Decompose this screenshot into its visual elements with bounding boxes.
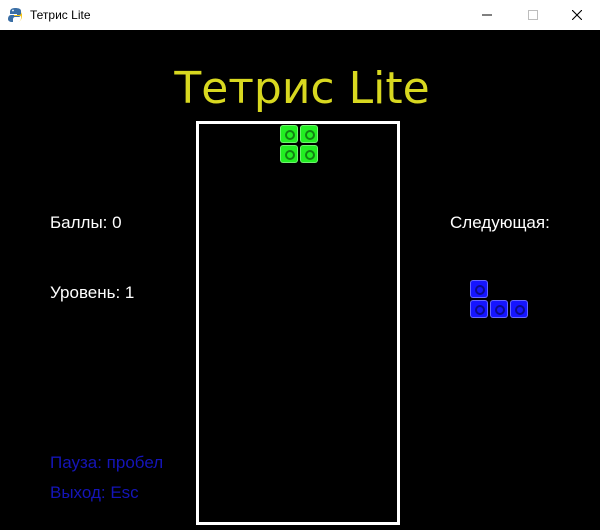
piece-block [470, 280, 488, 298]
minimize-button[interactable] [464, 0, 510, 30]
close-icon [572, 10, 582, 20]
pause-hint: Пауза: пробел [50, 453, 164, 472]
window-title: Тетрис Lite [30, 8, 91, 22]
python-snake-icon [8, 8, 22, 22]
piece-block [280, 125, 298, 143]
score-label: Баллы: 0 [50, 213, 122, 232]
next-piece-label: Следующая: [450, 213, 550, 232]
piece-block [490, 300, 508, 318]
piece-block [280, 145, 298, 163]
playfield-well [196, 121, 400, 525]
level-label: Уровень: 1 [50, 283, 135, 302]
minimize-icon [482, 14, 492, 16]
window-titlebar[interactable]: Тетрис Lite [0, 0, 600, 30]
close-button[interactable] [554, 0, 600, 30]
piece-block [470, 300, 488, 318]
game-canvas[interactable]: Тетрис Lite Баллы: 0 Уровень: 1 Следующа… [0, 30, 600, 530]
maximize-icon [528, 10, 538, 20]
piece-block [300, 125, 318, 143]
piece-block [300, 145, 318, 163]
game-title: Тетрис Lite [174, 63, 430, 114]
exit-hint: Выход: Esc [50, 483, 139, 502]
maximize-button[interactable] [510, 0, 556, 30]
piece-block [510, 300, 528, 318]
